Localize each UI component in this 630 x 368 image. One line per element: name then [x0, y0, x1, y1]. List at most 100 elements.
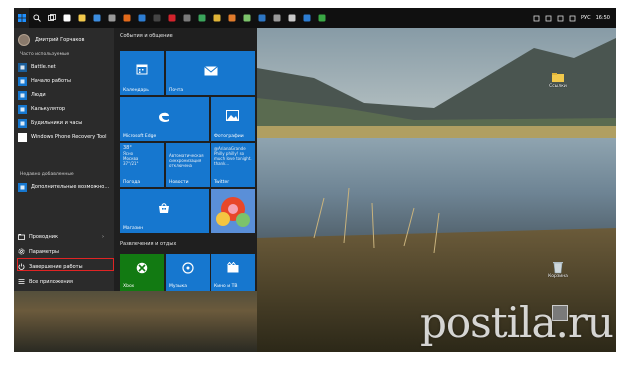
windows-logo-icon	[17, 14, 26, 22]
taskbar-button-steam[interactable]	[284, 8, 299, 28]
taskbar-button-search[interactable]	[29, 8, 44, 28]
start-menu: Дмитрий Горчаков Часто используемые Batt…	[14, 28, 257, 291]
news-text: Автоматическая синхронизация отключена	[169, 153, 204, 168]
system-item[interactable]: Параметры	[18, 246, 110, 257]
tile-movies[interactable]: Кино и ТВ	[211, 254, 255, 291]
mail-icon	[138, 14, 146, 22]
network-icon[interactable]	[545, 15, 552, 22]
tile-candy-crush[interactable]	[211, 189, 255, 233]
system-label: Параметры	[29, 248, 59, 255]
taskbar-button-edge[interactable]	[89, 8, 104, 28]
app-label: Battle.net	[31, 64, 56, 70]
tile-label: Microsoft Edge	[123, 134, 157, 139]
tile-photos[interactable]: Фотографии	[211, 97, 255, 141]
app-icon	[183, 14, 191, 22]
most-used-item[interactable]: Battle.net	[18, 62, 110, 72]
taskbar-button-chrome[interactable]	[194, 8, 209, 28]
highlight-box	[17, 258, 114, 271]
recent-item[interactable]: Дополнительные возможно...	[18, 182, 110, 192]
extras-icon	[18, 182, 27, 192]
tile-label: Xbox	[123, 284, 135, 289]
search-icon	[32, 14, 41, 22]
alarm-clock-icon	[18, 118, 27, 128]
most-used-item[interactable]: Будильники и часы	[18, 118, 110, 128]
desktop-screen: Ссылки Корзина postila.ru РУС 16:50 Дмитр…	[14, 8, 616, 352]
tile-edge[interactable]: Microsoft Edge	[120, 97, 209, 141]
chevron-right-icon[interactable]: ›	[102, 234, 104, 240]
start-menu-left-pane: Дмитрий Горчаков Часто используемые Batt…	[14, 28, 114, 291]
chrome-icon	[198, 14, 206, 22]
tile-label: Календарь	[123, 88, 149, 93]
taskbar-button-app-green[interactable]	[314, 8, 329, 28]
tile-label: Музыка	[169, 284, 187, 289]
tile-label: Новости	[169, 180, 189, 185]
taskbar-button-app-yellow[interactable]	[209, 8, 224, 28]
tile-music[interactable]: Музыка	[166, 254, 210, 291]
app-icon	[213, 14, 221, 22]
desktop-icon-links[interactable]: Ссылки	[544, 70, 572, 89]
weather-info: 38° Ясно Москва 37°/21°	[123, 146, 139, 167]
system-item[interactable]: Все приложения	[18, 276, 110, 287]
avatar	[18, 34, 30, 46]
steam-icon	[288, 14, 296, 22]
group-header-events: События и общение	[120, 33, 173, 39]
tile-xbox[interactable]: Xbox	[120, 254, 164, 291]
photoshop-icon	[258, 14, 266, 22]
tile-label: Почта	[169, 88, 184, 93]
tile-label: Погода	[123, 180, 141, 185]
store-bag-icon	[63, 14, 71, 22]
user-name: Дмитрий Горчаков	[35, 37, 85, 43]
tile-calendar[interactable]: Календарь	[120, 51, 164, 95]
desktop-icon-recycle-bin[interactable]: Корзина	[544, 260, 572, 279]
tile-news[interactable]: Автоматическая синхронизация отключена Н…	[166, 143, 210, 187]
taskbar-button-mail[interactable]	[134, 8, 149, 28]
taskbar-button-task-view[interactable]	[44, 8, 59, 28]
taskbar-button-app-grey[interactable]	[104, 8, 119, 28]
chevron-up-icon[interactable]	[533, 15, 540, 22]
all-apps-icon	[18, 278, 25, 285]
recent-header: Недавно добавленные	[20, 172, 74, 177]
user-account[interactable]: Дмитрий Горчаков	[18, 34, 84, 46]
tile-store[interactable]: Магазин	[120, 189, 209, 233]
folder-icon	[551, 70, 565, 84]
taskbar-button-app-dark[interactable]	[149, 8, 164, 28]
twitter-text: @ArianaGrande Philly philly! so much lov…	[214, 146, 252, 166]
most-used-item[interactable]: Люди	[18, 90, 110, 100]
notifications-icon[interactable]	[569, 15, 576, 22]
most-used-item[interactable]: Windows Phone Recovery Tool	[18, 132, 110, 142]
taskbar-button-app-paint[interactable]	[239, 8, 254, 28]
app-icon	[228, 14, 236, 22]
taskbar-button-photoshop[interactable]	[254, 8, 269, 28]
taskbar-button-app-orange[interactable]	[224, 8, 239, 28]
app-icon	[273, 14, 281, 22]
language-indicator[interactable]: РУС	[581, 15, 591, 21]
app-label: Люди	[31, 92, 46, 98]
taskbar-button-file-explorer[interactable]	[74, 8, 89, 28]
clock[interactable]: 16:50	[596, 15, 610, 21]
taskbar-button-app-blue[interactable]	[299, 8, 314, 28]
tile-weather[interactable]: 38° Ясно Москва 37°/21° Погода	[120, 143, 164, 187]
taskbar-button-opera[interactable]	[164, 8, 179, 28]
taskbar-button-app-grey2[interactable]	[179, 8, 194, 28]
taskbar-button-app-grey3[interactable]	[269, 8, 284, 28]
system-item[interactable]: Проводник ›	[18, 231, 110, 242]
taskbar-button-firefox[interactable]	[119, 8, 134, 28]
taskbar-button-store[interactable]	[59, 8, 74, 28]
app-icon	[303, 14, 311, 22]
group-header-entertainment: Развлечения и отдых	[120, 241, 177, 247]
most-used-item[interactable]: Начало работы	[18, 76, 110, 86]
tile-label: Магазин	[123, 226, 144, 231]
most-used-item[interactable]: Калькулятор	[18, 104, 110, 114]
volume-icon[interactable]	[557, 15, 564, 22]
window-icon	[108, 14, 116, 22]
tile-label: Кино и ТВ	[214, 284, 238, 289]
app-label: Будильники и часы	[31, 120, 83, 126]
app-label: Windows Phone Recovery Tool	[31, 134, 107, 140]
taskbar-button-start[interactable]	[14, 8, 29, 28]
taskbar: РУС 16:50	[14, 8, 616, 28]
most-used-header: Часто используемые	[20, 52, 70, 57]
people-icon	[18, 90, 27, 100]
opera-icon	[168, 14, 176, 22]
tile-twitter[interactable]: @ArianaGrande Philly philly! so much lov…	[211, 143, 255, 187]
tile-mail[interactable]: Почта	[166, 51, 255, 95]
